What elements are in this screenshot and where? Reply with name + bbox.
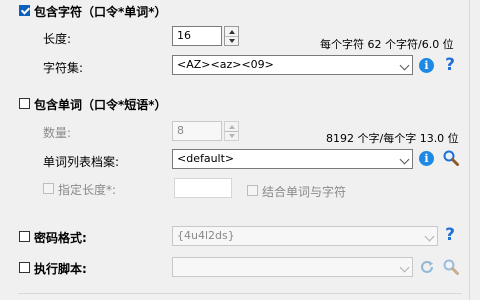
include-words-header: 包含单词（口令*短语*） [34,98,167,112]
count-input[interactable]: 8 [172,121,222,141]
count-spinner[interactable] [224,121,239,141]
include-chars-checkbox[interactable] [19,5,30,16]
refresh-icon[interactable] [419,259,435,275]
password-format-checkbox[interactable] [19,231,30,242]
include-words-checkbox[interactable] [19,98,30,109]
combine-words-checkbox[interactable] [247,185,258,196]
chevron-down-icon [399,154,410,165]
panel-right-border [469,0,470,300]
wordlist-search-icon[interactable] [442,149,460,167]
chevron-down-icon [424,231,435,242]
include-chars-header: 包含字符（口令*单词*） [34,5,167,19]
wordlist-combo[interactable]: <default> [172,149,413,169]
length-input[interactable]: 16 [172,26,222,46]
charset-help-icon[interactable]: ? [443,56,457,74]
words-info-text: 8192 个字/每个字 13.0 位 [326,132,459,145]
password-format-value: {4u4l2ds} [177,229,235,242]
password-format-combo[interactable]: {4u4l2ds} [172,226,438,246]
length-spinner[interactable] [224,26,239,46]
length-spin-down[interactable] [225,36,238,45]
password-format-header: 密码格式: [34,231,87,245]
chars-info-text: 每个字符 62 个字符/6.0 位 [320,38,454,51]
chevron-down-icon [399,262,410,273]
charset-label: 字符集: [43,61,84,75]
run-script-search-icon[interactable] [442,258,460,276]
wordlist-info-icon[interactable]: i [419,151,434,166]
combine-words-label: 结合单词与字符 [262,185,347,199]
charset-info-icon[interactable]: i [419,58,434,73]
bottom-divider [18,293,462,294]
run-script-combo[interactable] [172,257,413,277]
count-spin-down[interactable] [225,131,238,140]
wordlist-label: 单词列表档案: [43,155,120,169]
chevron-down-icon [399,60,410,71]
specify-length-input[interactable] [174,178,232,198]
password-format-help-icon[interactable]: ? [443,226,457,244]
charset-value: <AZ><az><09> [177,58,274,71]
run-script-header: 执行脚本: [34,262,87,276]
charset-combo[interactable]: <AZ><az><09> [172,55,413,75]
specify-length-checkbox[interactable] [43,183,54,194]
specify-length-label: 指定长度*: [58,183,117,197]
length-label: 长度: [43,32,72,46]
wordlist-value: <default> [177,152,235,165]
count-label: 数量: [43,126,72,140]
run-script-checkbox[interactable] [19,262,30,273]
